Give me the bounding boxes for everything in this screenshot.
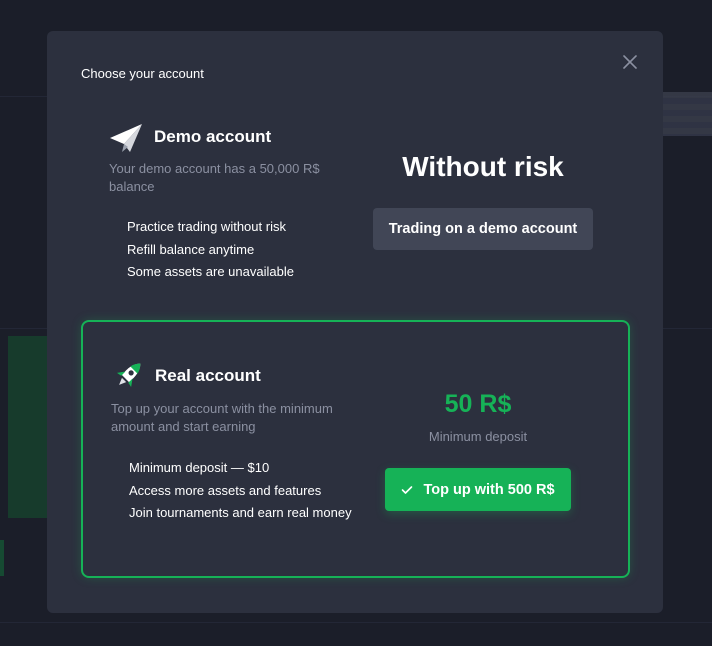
real-feature-list: Minimum deposit — $10 Access more assets… — [129, 459, 359, 527]
real-account-description: Top up your account with the minimum amo… — [111, 401, 333, 434]
list-item: Access more assets and features — [129, 482, 322, 498]
list-item: Join tournaments and earn real money — [129, 505, 352, 520]
list-item: Practice trading without risk — [127, 219, 286, 234]
list-item: Minimum deposit — $10 — [129, 460, 270, 475]
choose-account-modal: Choose your account Demo account Your de… — [47, 31, 663, 613]
real-account-title: Real account — [155, 366, 261, 385]
background-gridline — [0, 622, 712, 623]
background-panel — [662, 92, 712, 136]
rocket-icon — [110, 356, 148, 394]
modal-title: Choose your account — [81, 66, 204, 81]
demo-account-title: Demo account — [154, 127, 272, 146]
background-chart-tick — [0, 540, 4, 576]
top-up-button-label: Top up with 500 R$ — [423, 481, 555, 498]
real-account-card: Real account Top up your account with th… — [81, 320, 630, 578]
demo-account-description: Your demo account has a 50,000 R$ balanc… — [109, 161, 320, 194]
paper-plane-icon — [108, 122, 144, 154]
demo-headline: Without risk — [402, 151, 564, 182]
check-icon — [401, 485, 413, 495]
minimum-deposit-caption: Minimum deposit — [428, 429, 528, 444]
top-up-button[interactable]: Top up with 500 R$ — [385, 468, 571, 511]
list-item: Some assets are unavailable — [127, 264, 294, 279]
list-item: Refill balance anytime — [127, 241, 255, 257]
minimum-deposit-amount: 50 R$ — [444, 390, 512, 418]
demo-feature-list: Practice trading without risk Refill bal… — [127, 218, 294, 286]
close-icon[interactable] — [621, 53, 639, 71]
demo-trading-button[interactable]: Trading on a demo account — [373, 208, 593, 250]
